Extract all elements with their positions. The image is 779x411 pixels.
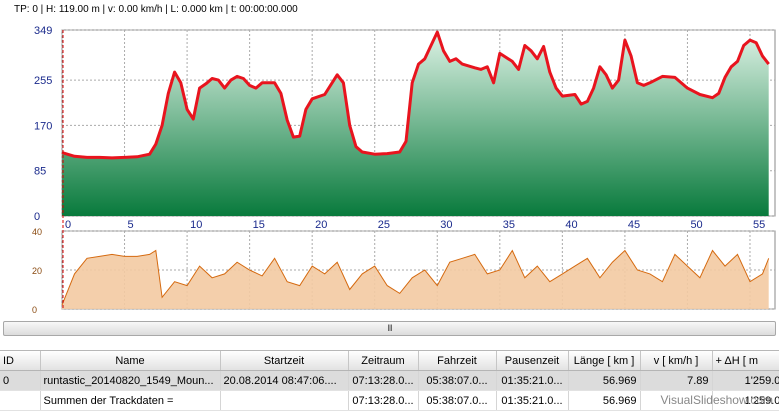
elevation-y-tick-label: 349 — [34, 25, 52, 37]
cell-name: Summen der Trackdaten = — [40, 390, 221, 411]
column-header-ascent[interactable]: + ΔH [ m — [712, 351, 779, 371]
elevation-x-tick-label: 30 — [440, 219, 452, 231]
column-header-laenge[interactable]: Länge [ km ] — [568, 351, 641, 371]
cell-startzeit[interactable]: 20.08.2014 08:47:06.... — [220, 370, 349, 391]
column-header-fahrzeit[interactable]: Fahrzeit — [418, 351, 497, 371]
cell-pausenzeit: 01:35:21.0... — [496, 390, 569, 411]
cell-laenge[interactable]: 56.969 — [568, 370, 641, 391]
speed-y-tick-label: 0 — [32, 305, 37, 315]
cell-zeitraum[interactable]: 07:13:28.0... — [348, 370, 419, 391]
cell-laenge: 56.969 — [568, 390, 641, 411]
elevation-y-tick-label: 0 — [34, 211, 40, 223]
elevation-x-tick-label: 25 — [378, 219, 390, 231]
track-charts[interactable]: 0 85 170 255 349 0 5 10 15 20 25 30 35 40 45 50 55 0 20 4… — [0, 0, 779, 320]
elevation-x-tick-label: 50 — [690, 219, 702, 231]
splitter-grip-icon: III — [387, 323, 392, 333]
cell-pausenzeit[interactable]: 01:35:21.0... — [496, 370, 569, 391]
cell-name[interactable]: runtastic_20140820_1549_Moun... — [40, 370, 221, 391]
elevation-x-tick-label: 55 — [753, 219, 765, 231]
cell-id[interactable]: 0 — [0, 370, 41, 391]
column-header-zeitraum[interactable]: Zeitraum — [348, 351, 419, 371]
column-header-speed[interactable]: v [ km/h ] — [640, 351, 713, 371]
column-header-id[interactable]: ID — [0, 351, 41, 371]
cell-id — [0, 390, 41, 411]
cell-fahrzeit[interactable]: 05:38:07.0... — [418, 370, 497, 391]
table-row[interactable]: 0 runtastic_20140820_1549_Moun... 20.08.… — [0, 370, 779, 391]
cell-ascent[interactable]: 1'259.00 — [712, 370, 779, 391]
watermark: VisualSlideshow.com — [660, 393, 773, 407]
elevation-x-tick-label: 15 — [253, 219, 265, 231]
elevation-y-tick-label: 170 — [34, 120, 52, 132]
cell-startzeit — [220, 390, 349, 411]
elevation-y-tick-label: 255 — [34, 75, 52, 87]
column-header-pausenzeit[interactable]: Pausenzeit — [496, 351, 569, 371]
speed-y-tick-label: 20 — [32, 266, 42, 276]
speed-y-tick-label: 40 — [32, 227, 42, 237]
cell-zeitraum: 07:13:28.0... — [348, 390, 419, 411]
column-header-name[interactable]: Name — [40, 351, 221, 371]
cell-speed[interactable]: 7.89 — [640, 370, 713, 391]
grid-header-row: ID Name Startzeit Zeitraum Fahrzeit Paus… — [0, 351, 779, 371]
elevation-x-tick-label: 10 — [190, 219, 202, 231]
elevation-x-tick-label: 45 — [628, 219, 640, 231]
elevation-x-tick-label: 0 — [65, 219, 71, 231]
elevation-x-tick-label: 40 — [565, 219, 577, 231]
column-header-startzeit[interactable]: Startzeit — [220, 351, 349, 371]
cell-fahrzeit: 05:38:07.0... — [418, 390, 497, 411]
elevation-x-tick-label: 35 — [503, 219, 515, 231]
elevation-x-tick-label: 5 — [128, 219, 134, 231]
pane-splitter[interactable]: III — [3, 321, 776, 336]
elevation-y-tick-label: 85 — [34, 166, 46, 178]
elevation-x-tick-label: 20 — [315, 219, 327, 231]
